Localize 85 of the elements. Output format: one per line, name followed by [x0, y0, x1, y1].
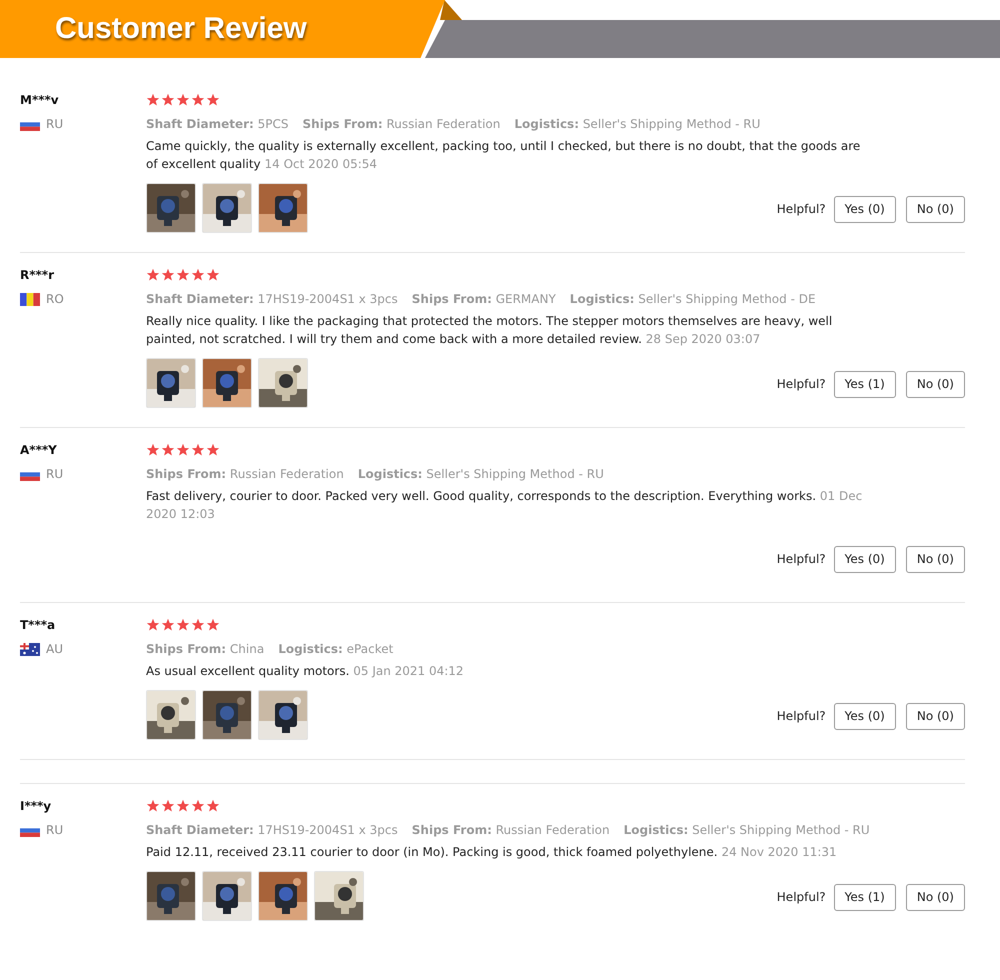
star-icon [176, 799, 190, 813]
star-icon [206, 443, 220, 457]
photo-thumbnail[interactable] [202, 871, 252, 921]
photo-thumbnail[interactable] [202, 183, 252, 233]
star-icon [206, 799, 220, 813]
photo-thumbnail[interactable] [202, 690, 252, 740]
photo-thumbnail[interactable] [146, 690, 196, 740]
page-title: Customer Review [55, 12, 307, 46]
yes-button[interactable]: Yes (1) [834, 370, 896, 398]
star-icon [161, 93, 175, 107]
star-icon [161, 799, 175, 813]
review-text: Fast delivery, courier to door. Packed very well. Good quality, corresponds to the description. Everything works. 01 Dec 2020 12:03 [146, 488, 864, 523]
helpful-label: Helpful? [776, 377, 826, 391]
reviewer-name: I***y [20, 799, 52, 813]
star-icon [146, 618, 160, 632]
country-code: RU [46, 823, 64, 837]
product-detail: Shaft Diameter: 17HS19-2004S1 x 3pcs [146, 292, 398, 306]
star-icon [176, 443, 190, 457]
review-text: As usual excellent quality motors. 05 Jan 2021 04:12 [146, 663, 465, 680]
star-icon [146, 443, 160, 457]
helpful-label: Helpful? [776, 202, 826, 216]
country-code: RU [46, 117, 64, 131]
country-code: RU [46, 467, 64, 481]
photo-thumbnail[interactable] [146, 183, 196, 233]
product-detail: Logistics: ePacket [278, 642, 394, 656]
star-icon [191, 799, 205, 813]
reviewer-name: M***v [20, 93, 60, 107]
header-corner [440, 0, 462, 20]
star-icon [206, 618, 220, 632]
yes-button[interactable]: Yes (0) [834, 546, 896, 572]
country-code: RO [46, 292, 64, 306]
helpful-label: Helpful? [776, 709, 826, 723]
product-detail: Ships From: China [146, 642, 264, 656]
star-icon [191, 443, 205, 457]
star-icon [191, 93, 205, 107]
product-detail: Logistics: Seller's Shipping Method - RU [624, 823, 870, 837]
yes-button[interactable]: Yes (0) [834, 196, 896, 222]
product-detail: Shaft Diameter: 17HS19-2004S1 x 3pcs [146, 823, 398, 837]
flag-icon [20, 292, 40, 306]
product-detail: Logistics: Seller's Shipping Method - RU [358, 467, 604, 481]
no-button[interactable]: No (0) [906, 196, 965, 222]
product-detail: Ships From: GERMANY [412, 292, 556, 306]
star-icon [206, 268, 220, 282]
photo-thumbnail[interactable] [314, 871, 364, 921]
reviewer-name: A***Y [20, 443, 58, 457]
no-button[interactable]: No (0) [906, 370, 965, 398]
star-icon [146, 268, 160, 282]
country-code: AU [46, 642, 63, 656]
photo-thumbnail[interactable] [146, 358, 196, 408]
product-detail: Logistics: Seller's Shipping Method - DE [570, 292, 816, 306]
star-icon [191, 268, 205, 282]
product-detail: Shaft Diameter: 5PCS [146, 117, 289, 131]
review-text: Paid 12.11, received 23.11 courier to door (in Mo). Packing is good, thick foamed polyethylene. 24 Nov 2020 11:31 [146, 844, 838, 861]
helpful-label: Helpful? [776, 890, 826, 904]
star-icon [146, 799, 160, 813]
photo-thumbnail[interactable] [202, 358, 252, 408]
yes-button[interactable]: Yes (0) [834, 702, 896, 730]
product-detail: Logistics: Seller's Shipping Method - RU [514, 117, 760, 131]
photo-thumbnail[interactable] [258, 871, 308, 921]
reviewer-name: T***a [20, 618, 56, 632]
photo-thumbnail[interactable] [146, 871, 196, 921]
product-detail: Ships From: Russian Federation [302, 117, 500, 131]
photo-thumbnail[interactable] [258, 358, 308, 408]
star-icon [191, 618, 205, 632]
star-icon [176, 618, 190, 632]
no-button[interactable]: No (0) [906, 702, 965, 730]
product-detail: Ships From: Russian Federation [412, 823, 610, 837]
flag-icon [20, 642, 40, 656]
helpful-label: Helpful? [776, 552, 826, 566]
photo-thumbnail[interactable] [258, 690, 308, 740]
product-detail: Ships From: Russian Federation [146, 467, 344, 481]
star-icon [146, 93, 160, 107]
star-icon [206, 93, 220, 107]
review-text: Really nice quality. I like the packaging that protected the motors. The stepper motors themselves are heavy, well painted, not scratched. I will try them and come back with a more detailed review. 28 Sep 2020 03:07 [146, 313, 834, 348]
no-button[interactable]: No (0) [906, 884, 965, 910]
star-icon [161, 443, 175, 457]
photo-thumbnail[interactable] [258, 183, 308, 233]
reviewer-name: R***r [20, 268, 55, 282]
star-icon [161, 268, 175, 282]
star-icon [176, 268, 190, 282]
review-text: Came quickly, the quality is externally excellent, packing too, until I checked, but there is no doubt, that the goods are of excellent quality 14 Oct 2020 05:54 [146, 138, 862, 173]
star-icon [176, 93, 190, 107]
yes-button[interactable]: Yes (1) [834, 884, 896, 910]
no-button[interactable]: No (0) [906, 546, 965, 572]
star-icon [161, 618, 175, 632]
